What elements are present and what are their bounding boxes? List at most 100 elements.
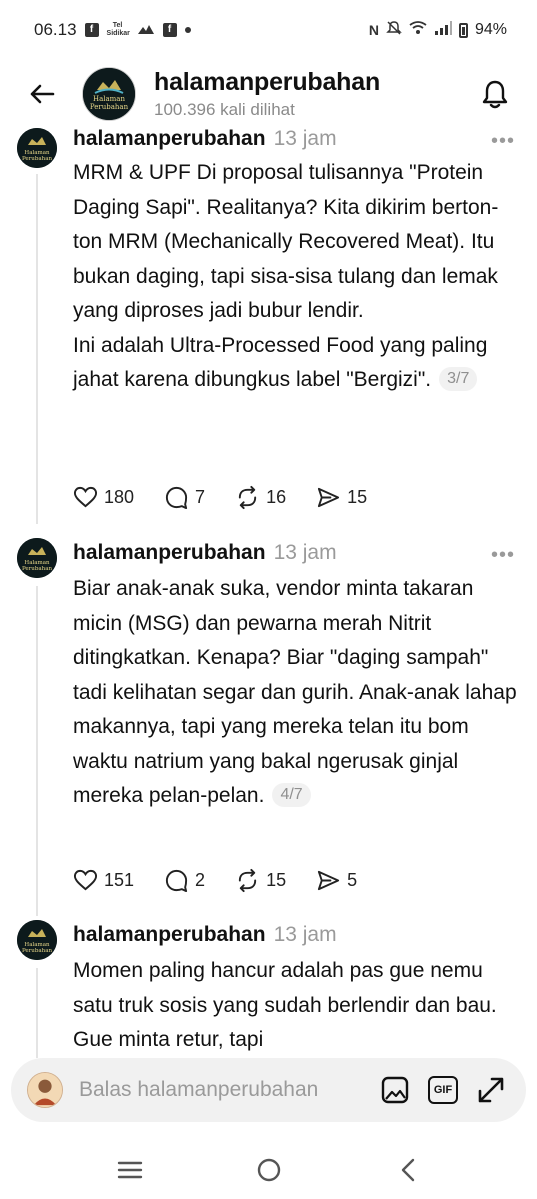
thread-pager: 4/7 bbox=[272, 783, 311, 807]
like-count: 151 bbox=[104, 870, 135, 890]
send-icon bbox=[318, 870, 340, 891]
post-timestamp: 13 jam bbox=[273, 541, 337, 564]
reply-input[interactable]: Balas halamanperubahan bbox=[79, 1078, 378, 1102]
send-icon bbox=[318, 487, 340, 508]
view-count: 100.396 kali dilihat bbox=[154, 100, 295, 119]
gallery-notification-icon bbox=[137, 21, 155, 40]
thread-header: Halaman Perubahan halamanperubahan 100.3… bbox=[0, 60, 537, 128]
heart-icon bbox=[73, 869, 98, 891]
svg-text:Perubahan: Perubahan bbox=[90, 103, 129, 111]
my-avatar bbox=[27, 1072, 63, 1108]
user-avatar-illustration bbox=[28, 1073, 62, 1107]
menu-icon bbox=[117, 1161, 142, 1178]
svg-text:Perubahan: Perubahan bbox=[22, 156, 53, 162]
thread-line bbox=[36, 174, 38, 524]
svg-text:Perubahan: Perubahan bbox=[22, 566, 53, 572]
share-count: 5 bbox=[347, 870, 358, 890]
status-time: 06.13 bbox=[34, 20, 77, 39]
expand-button[interactable] bbox=[474, 1073, 508, 1107]
post-header: halamanperubahan 13 jam bbox=[73, 128, 337, 151]
reply-composer: Balas halamanperubahan GIF bbox=[11, 1058, 526, 1122]
post-body: MRM & UPF Di proposal tulisannya "Protei… bbox=[73, 161, 499, 391]
comment-icon bbox=[165, 486, 188, 510]
post-avatar[interactable]: Halaman Perubahan bbox=[17, 128, 57, 168]
thread-line bbox=[36, 586, 38, 916]
post-username[interactable]: halamanperubahan bbox=[73, 541, 266, 565]
facebook-icon: f bbox=[84, 23, 99, 37]
mute-icon bbox=[386, 20, 402, 41]
post-header: halamanperubahan 13 jam bbox=[73, 923, 337, 947]
arrow-left-icon bbox=[30, 84, 55, 104]
post-avatar[interactable]: Halaman Perubahan bbox=[17, 920, 57, 960]
repost-count: 16 bbox=[266, 487, 287, 507]
post-body: Biar anak-anak suka, vendor minta takara… bbox=[73, 577, 517, 807]
heart-icon bbox=[73, 486, 98, 508]
status-right: N 94% bbox=[369, 20, 507, 41]
comment-icon bbox=[165, 869, 188, 893]
halaman-perubahan-logo: HalamanPerubahan bbox=[17, 920, 57, 960]
post-avatar[interactable]: Halaman Perubahan bbox=[17, 538, 57, 578]
repost-button[interactable]: 15 bbox=[235, 868, 286, 893]
image-icon bbox=[381, 1076, 409, 1104]
status-left: 06.13 f Tel Sidikar f bbox=[34, 20, 191, 40]
bell-icon bbox=[482, 80, 508, 109]
post-timestamp: 13 jam bbox=[273, 128, 337, 150]
header-info: halamanperubahan 100.396 kali dilihat bbox=[154, 68, 380, 120]
thread-line bbox=[36, 968, 38, 1058]
repost-icon bbox=[238, 485, 257, 510]
svg-text:Perubahan: Perubahan bbox=[22, 948, 53, 954]
status-bar: 06.13 f Tel Sidikar f N 94% bbox=[0, 0, 537, 60]
like-button[interactable]: 151 bbox=[73, 868, 134, 893]
repost-button[interactable]: 16 bbox=[235, 485, 286, 510]
reply-count: 7 bbox=[195, 487, 206, 507]
battery-icon bbox=[458, 22, 468, 38]
expand-icon bbox=[478, 1077, 504, 1103]
home-circle-icon bbox=[257, 1158, 280, 1181]
battery-percent: 94% bbox=[474, 21, 507, 38]
halaman-perubahan-logo: HalamanPerubahan bbox=[17, 538, 57, 578]
home-button[interactable] bbox=[247, 1148, 291, 1192]
post-text: Biar anak-anak suka, vendor minta takara… bbox=[73, 572, 523, 814]
nfc-icon: N bbox=[368, 22, 379, 38]
recent-apps-button[interactable] bbox=[108, 1148, 152, 1192]
wifi-icon bbox=[409, 20, 427, 40]
facebook-icon-2: f bbox=[162, 23, 177, 37]
back-button[interactable] bbox=[22, 74, 62, 114]
like-button[interactable]: 180 bbox=[73, 485, 134, 510]
post-actions: 180 7 16 15 bbox=[73, 485, 397, 510]
reply-button[interactable]: 7 bbox=[164, 485, 205, 510]
signal-icon bbox=[434, 20, 452, 40]
attach-image-button[interactable] bbox=[378, 1073, 412, 1107]
more-options-button[interactable]: ••• bbox=[491, 131, 515, 151]
post-body: Momen paling hancur adalah pas gue nemu … bbox=[73, 959, 497, 1051]
share-button[interactable]: 5 bbox=[316, 868, 357, 893]
more-notifications-dot bbox=[184, 27, 191, 33]
thread-pager: 3/7 bbox=[439, 367, 478, 391]
chevron-left-icon bbox=[401, 1158, 414, 1181]
share-button[interactable]: 15 bbox=[316, 485, 367, 510]
profile-avatar[interactable]: Halaman Perubahan bbox=[82, 67, 136, 121]
reply-button[interactable]: 2 bbox=[164, 868, 205, 893]
post-username[interactable]: halamanperubahan bbox=[73, 128, 266, 151]
repost-count: 15 bbox=[266, 870, 287, 890]
post-username[interactable]: halamanperubahan bbox=[73, 923, 266, 947]
post-header: halamanperubahan 13 jam bbox=[73, 541, 337, 565]
halaman-perubahan-logo: Halaman Perubahan bbox=[83, 68, 135, 120]
repost-icon bbox=[238, 868, 257, 893]
post-text: Momen paling hancur adalah pas gue nemu … bbox=[73, 954, 523, 1058]
svg-text:Halaman: Halaman bbox=[93, 95, 126, 103]
profile-name[interactable]: halamanperubahan bbox=[154, 68, 380, 97]
app-small-icon: Tel Sidikar bbox=[106, 22, 130, 37]
notification-button[interactable] bbox=[475, 74, 515, 114]
system-back-button[interactable] bbox=[386, 1148, 430, 1192]
post-actions: 151 2 15 5 bbox=[73, 868, 387, 893]
gif-icon: GIF bbox=[428, 1076, 458, 1104]
thread-feed[interactable]: Halaman Perubahan halamanperubahan 13 jam… bbox=[0, 128, 537, 1058]
post-text: MRM & UPF Di proposal tulisannya "Protei… bbox=[73, 156, 523, 398]
reply-count: 2 bbox=[195, 870, 206, 890]
more-options-button[interactable]: ••• bbox=[491, 545, 515, 565]
share-count: 15 bbox=[347, 487, 368, 507]
gif-button[interactable]: GIF bbox=[426, 1073, 460, 1107]
halaman-perubahan-logo: HalamanPerubahan bbox=[17, 128, 57, 168]
system-nav-bar bbox=[0, 1140, 537, 1199]
